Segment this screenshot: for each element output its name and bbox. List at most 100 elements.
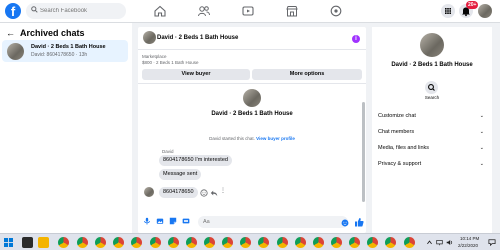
photo-icon[interactable] (156, 217, 164, 225)
section-label: Customize chat (378, 113, 416, 119)
back-arrow-icon[interactable]: ← (6, 28, 15, 38)
chrome-icon[interactable] (295, 237, 306, 248)
chrome-icon[interactable] (131, 237, 142, 248)
media-files-links-section[interactable]: Media, files and links ⌄ (378, 143, 488, 153)
message-input[interactable] (203, 217, 323, 227)
panel-title: Archived chats (20, 28, 85, 38)
search-bar[interactable] (26, 3, 126, 19)
chat-header-title[interactable]: David · 2 Beds 1 Bath House (157, 35, 238, 41)
chrome-icon[interactable] (313, 237, 324, 248)
section-label: Privacy & support (378, 161, 422, 167)
search-icon (428, 84, 435, 91)
chrome-icon[interactable] (404, 237, 415, 248)
chrome-icon[interactable] (222, 237, 233, 248)
sender-avatar (144, 187, 154, 197)
clock-date[interactable]: 2/22/2020 (458, 243, 478, 248)
details-avatar (420, 33, 444, 57)
marketplace-icon[interactable] (285, 4, 299, 18)
message-bubble[interactable]: 8604178650 I'm interested (159, 155, 232, 166)
archived-chats-panel: ← Archived chats David · 2 Beds 1 Bath H… (0, 23, 132, 233)
file-explorer-icon[interactable] (38, 237, 49, 248)
chrome-icon[interactable] (367, 237, 378, 248)
chrome-icon[interactable] (240, 237, 251, 248)
chrome-icon[interactable] (331, 237, 342, 248)
network-icon[interactable] (436, 239, 443, 246)
conversation-item[interactable]: David · 2 Beds 1 Bath House David: 86041… (2, 40, 128, 62)
chat-title: David · 2 Beds 1 Bath House (211, 111, 293, 117)
message-input-field[interactable] (198, 216, 348, 228)
volume-icon[interactable] (446, 239, 453, 246)
windows-start-icon[interactable] (4, 238, 13, 247)
section-label: Chat members (378, 129, 415, 135)
more-actions-icon[interactable]: ⋮ (220, 187, 226, 194)
reply-icon[interactable] (210, 189, 218, 197)
emoji-icon[interactable] (341, 219, 349, 227)
customize-chat-section[interactable]: Customize chat ⌄ (378, 111, 488, 121)
chrome-icon[interactable] (186, 237, 197, 248)
details-name: David · 2 Beds 1 Bath House (391, 62, 473, 68)
chat-header-avatar[interactable] (143, 31, 156, 44)
facebook-logo-icon[interactable]: f (5, 3, 21, 19)
chrome-icon[interactable] (277, 237, 288, 248)
section-label: Media, files and links (378, 145, 430, 151)
react-emoji-icon[interactable] (200, 189, 208, 197)
search-icon (31, 6, 38, 13)
gaming-icon[interactable] (329, 4, 343, 18)
gif-icon[interactable] (182, 217, 190, 225)
account-avatar[interactable] (478, 4, 492, 18)
sticker-icon[interactable] (169, 217, 177, 225)
home-icon[interactable] (153, 4, 167, 18)
chat-avatar (243, 89, 261, 107)
listing-price: $800 · 2 Beds 1 Bath House (142, 60, 199, 65)
conversation-name: David · 2 Beds 1 Bath House (31, 44, 106, 50)
marketplace-label: Marketplace (142, 54, 167, 59)
chrome-icon[interactable] (349, 237, 360, 248)
chat-scrollbar[interactable] (362, 102, 365, 202)
chevron-down-icon: ⌄ (479, 145, 484, 151)
chevron-up-icon[interactable] (426, 239, 433, 246)
conversation-avatar (7, 43, 24, 60)
chrome-icon[interactable] (168, 237, 179, 248)
search-label: Search (424, 95, 440, 100)
chat-started-text: David started this chat. (209, 136, 255, 141)
sender-name: David (162, 149, 174, 154)
chrome-icon[interactable] (113, 237, 124, 248)
view-buyer-profile-link[interactable]: View buyer profile (256, 136, 295, 141)
info-icon[interactable]: i (352, 35, 360, 43)
chrome-icon[interactable] (150, 237, 161, 248)
menu-button[interactable] (441, 4, 455, 18)
chevron-down-icon: ⌄ (479, 161, 484, 167)
windows-taskbar: 10:14 PM 2/22/2020 (0, 233, 500, 250)
divider (138, 83, 366, 84)
notification-count-badge: 20+ (466, 1, 479, 9)
task-view-icon[interactable] (22, 237, 33, 248)
chat-window: David · 2 Beds 1 Bath House i Marketplac… (138, 27, 366, 233)
privacy-support-section[interactable]: Privacy & support ⌄ (378, 159, 488, 169)
search-in-chat-button[interactable] (425, 81, 438, 94)
view-buyer-button[interactable]: View buyer (142, 69, 250, 80)
thumbs-up-icon[interactable] (354, 217, 364, 227)
chrome-icon[interactable] (58, 237, 69, 248)
chat-started-notice: David started this chat. View buyer prof… (138, 136, 366, 141)
search-input[interactable] (40, 4, 124, 18)
chrome-icon[interactable] (385, 237, 396, 248)
message-bubble[interactable]: 8604178650 (159, 187, 198, 198)
message-composer (138, 211, 366, 233)
clock-time[interactable]: 10:14 PM (460, 236, 479, 241)
more-options-button[interactable]: More options (252, 69, 362, 80)
notifications-center-icon[interactable] (488, 239, 496, 246)
chrome-icon[interactable] (77, 237, 88, 248)
chrome-icon[interactable] (204, 237, 215, 248)
friends-icon[interactable] (197, 4, 211, 18)
chat-members-section[interactable]: Chat members ⌄ (378, 127, 488, 137)
chrome-icon[interactable] (95, 237, 106, 248)
conversation-preview: David: 8604178650 · 13h (31, 52, 88, 58)
chevron-down-icon: ⌄ (479, 113, 484, 119)
chrome-icon[interactable] (258, 237, 269, 248)
message-bubble[interactable]: Message sent (159, 169, 202, 180)
chat-details-panel: David · 2 Beds 1 Bath House Search Custo… (372, 27, 492, 233)
video-icon[interactable] (241, 4, 255, 18)
chat-header: David · 2 Beds 1 Bath House i (138, 27, 366, 50)
chevron-down-icon: ⌄ (479, 129, 484, 135)
microphone-icon[interactable] (143, 217, 151, 225)
